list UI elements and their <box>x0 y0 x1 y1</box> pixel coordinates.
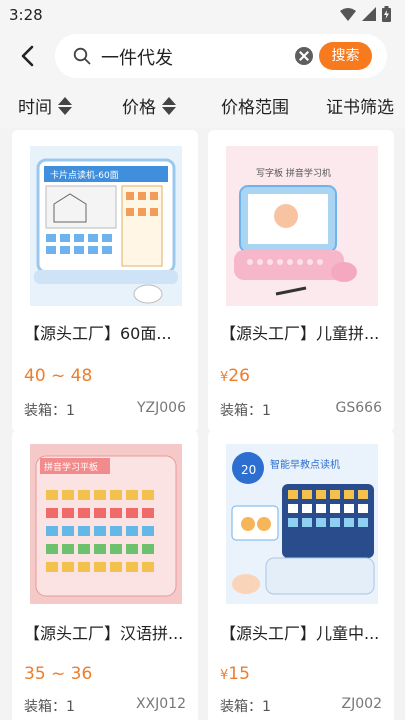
clear-search-icon[interactable] <box>295 47 313 65</box>
product-packing: 装箱：1 <box>220 403 271 419</box>
product-price: ¥15 <box>220 664 250 684</box>
product-card[interactable]: 拼音学习平板 【源头工厂】汉语拼... 35 ~ 36 装箱：1 XXJ012 <box>12 430 198 720</box>
sort-arrows-icon <box>58 96 72 116</box>
product-image-label: 写字板 拼音学习机 <box>256 167 331 179</box>
back-arrow-icon <box>21 45 34 67</box>
filter-price-range-label: 价格范围 <box>221 98 289 118</box>
search-button[interactable]: 搜索 <box>319 42 372 70</box>
product-title: 【源头工厂】儿童拼... <box>220 324 380 343</box>
price-value: 26 <box>228 366 250 386</box>
filter-certificate[interactable]: 证书筛选 <box>326 93 394 118</box>
search-bar: 一件代发 搜索 <box>0 32 405 80</box>
product-price: 35 ~ 36 <box>24 664 93 684</box>
signal-icon <box>362 7 376 21</box>
product-image-label: 拼音学习平板 <box>44 461 98 473</box>
status-bar: 3:28 <box>0 0 405 32</box>
product-image: 20 智能早教点读机 <box>226 444 378 604</box>
product-card[interactable]: 写字板 拼音学习机 【源头工厂】儿童拼... ¥26 装箱：1 GS666 <box>208 130 394 432</box>
product-title: 【源头工厂】汉语拼... <box>24 624 184 643</box>
product-image-label: 智能早教点读机 <box>270 458 340 471</box>
price-value: 15 <box>228 664 250 684</box>
search-box: 一件代发 搜索 <box>55 34 387 78</box>
status-time: 3:28 <box>9 6 43 24</box>
filter-price[interactable]: 价格 <box>122 93 176 118</box>
filter-bar: 时间 价格 价格范围 证书筛选 <box>0 80 405 128</box>
product-code: ZJ002 <box>341 696 382 712</box>
product-packing: 装箱：1 <box>220 699 271 715</box>
product-image-label: 卡片点读机-60面 <box>50 169 119 181</box>
svg-text:20: 20 <box>241 463 256 477</box>
wifi-icon <box>340 8 356 21</box>
status-icons <box>340 6 391 22</box>
filter-time-label: 时间 <box>18 98 52 118</box>
product-code: GS666 <box>335 400 382 416</box>
product-image: 卡片点读机-60面 <box>30 146 182 306</box>
product-title: 【源头工厂】儿童中... <box>220 624 380 643</box>
product-image: 拼音学习平板 <box>30 444 182 604</box>
filter-certificate-label: 证书筛选 <box>326 98 394 118</box>
product-packing: 装箱：1 <box>24 699 75 715</box>
product-price: 40 ~ 48 <box>24 366 93 386</box>
product-packing: 装箱：1 <box>24 403 75 419</box>
search-input[interactable]: 一件代发 <box>101 44 173 70</box>
product-price: ¥26 <box>220 366 250 386</box>
product-image: 写字板 拼音学习机 <box>226 146 378 306</box>
battery-icon <box>382 6 391 22</box>
sort-arrows-icon <box>162 96 176 116</box>
search-icon <box>73 47 91 65</box>
product-card[interactable]: 卡片点读机-60面 【源头工厂】60面... 40 ~ 48 装箱：1 YZJ0… <box>12 130 198 432</box>
filter-time[interactable]: 时间 <box>18 93 72 118</box>
product-card[interactable]: 20 智能早教点读机 【源头工厂】儿童中... ¥15 装箱：1 ZJ002 <box>208 430 394 720</box>
product-code: YZJ006 <box>137 400 186 416</box>
filter-price-label: 价格 <box>122 98 156 118</box>
product-code: XXJ012 <box>135 696 186 712</box>
back-button[interactable] <box>14 42 42 70</box>
product-title: 【源头工厂】60面... <box>24 324 172 343</box>
filter-price-range[interactable]: 价格范围 <box>221 93 289 118</box>
